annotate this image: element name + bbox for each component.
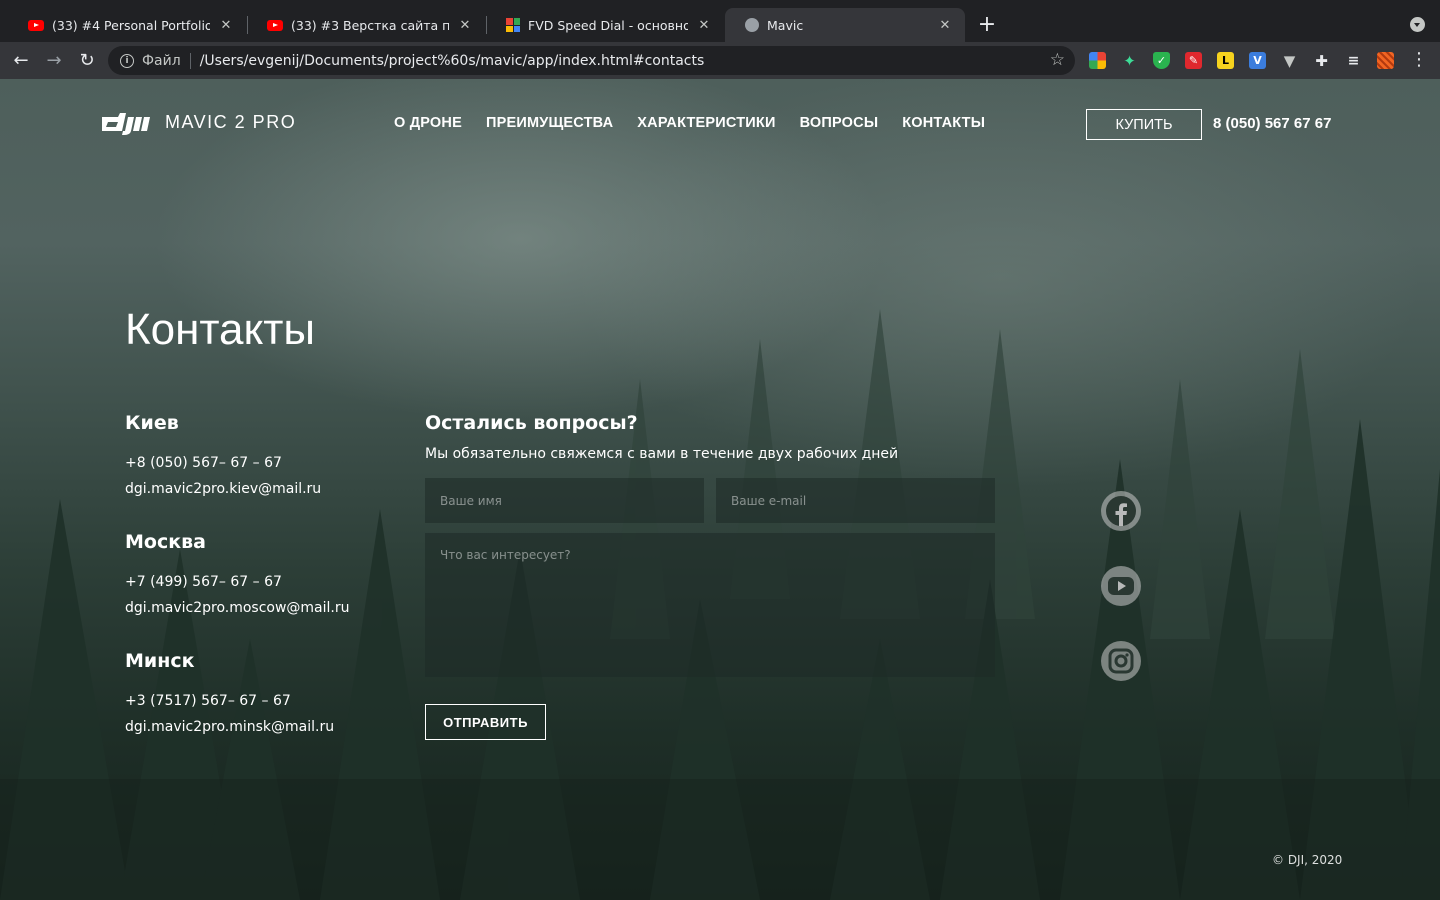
dji-logo-icon (102, 113, 150, 135)
close-icon[interactable]: ✕ (218, 17, 234, 33)
tab-title: Mavic (767, 17, 804, 33)
browser-tab-active[interactable]: Mavic ✕ (725, 8, 965, 42)
new-tab-plus-icon[interactable]: + (976, 12, 998, 37)
instagram-link[interactable] (1101, 641, 1141, 681)
buy-button[interactable]: КУПИТЬ (1086, 109, 1202, 140)
info-icon[interactable]: i (120, 53, 134, 68)
contacts-page: MAVIC 2 PRO О ДРОНЕ ПРЕИМУЩЕСТВА ХАРАКТЕ… (0, 79, 1440, 900)
browser-tab-strip: (33) #4 Personal Portfolio Com ✕ (33) #3… (0, 0, 1440, 42)
nav-link-about[interactable]: О ДРОНЕ (394, 115, 462, 131)
address-url[interactable]: /Users/evgenij/Documents/project%60s/mav… (200, 53, 705, 69)
close-icon[interactable]: ✕ (937, 17, 953, 33)
city-email[interactable]: dgi.mavic2pro.minsk@mail.ru (125, 714, 385, 740)
city-contact-moscow: Москва +7 (499) 567– 67 – 67 dgi.mavic2p… (125, 531, 385, 621)
tab-search-icon[interactable] (1410, 17, 1425, 32)
forward-arrow-icon[interactable]: → (42, 48, 66, 72)
media-control-icon[interactable]: ≡ (1345, 52, 1362, 69)
yellow-l-extension-icon[interactable]: L (1217, 52, 1234, 69)
youtube-icon (1108, 577, 1134, 595)
bookmark-star-icon[interactable]: ☆ (1050, 50, 1065, 70)
submit-button[interactable]: ОТПРАВИТЬ (425, 704, 546, 740)
city-phone[interactable]: +7 (499) 567– 67 – 67 (125, 569, 385, 595)
close-icon[interactable]: ✕ (457, 17, 473, 33)
browser-menu-icon[interactable]: ⋮ (1410, 50, 1428, 70)
address-bar[interactable]: i Файл /Users/evgenij/Documents/project%… (108, 46, 1075, 75)
city-email[interactable]: dgi.mavic2pro.kiev@mail.ru (125, 476, 385, 502)
copyright: © DJI, 2020 (1272, 853, 1343, 867)
site-logo[interactable]: MAVIC 2 PRO (100, 109, 296, 135)
shield-extension-icon[interactable]: ✓ (1153, 52, 1170, 69)
reload-icon[interactable]: ↻ (75, 48, 99, 72)
globe-icon (745, 18, 759, 32)
address-separator (189, 52, 191, 69)
nav-link-specs[interactable]: ХАРАКТЕРИСТИКИ (637, 115, 775, 131)
city-phone[interactable]: +3 (7517) 567– 67 – 67 (125, 688, 385, 714)
youtube-icon (267, 19, 283, 31)
city-email[interactable]: dgi.mavic2pro.moscow@mail.ru (125, 595, 385, 621)
browser-tab[interactable]: (33) #3 Верстка сайта портфо ✕ (247, 8, 485, 42)
v-extension-icon[interactable]: V (1249, 52, 1266, 69)
youtube-link[interactable] (1101, 566, 1141, 606)
browser-tab[interactable]: FVD Speed Dial - основное ✕ (486, 8, 724, 42)
tab-title: FVD Speed Dial - основное (528, 17, 688, 33)
message-textarea[interactable] (425, 533, 995, 677)
address-scheme-label: Файл (142, 52, 181, 69)
browser-toolbar: ← → ↻ i Файл /Users/evgenij/Documents/pr… (0, 42, 1440, 79)
city-name: Москва (125, 531, 206, 553)
vuejs-devtools-icon[interactable]: ▼ (1281, 52, 1298, 70)
form-title: Остались вопросы? (425, 412, 638, 434)
nav-link-advantages[interactable]: ПРЕИМУЩЕСТВА (486, 115, 613, 131)
instagram-icon (1108, 648, 1134, 674)
main-navigation: О ДРОНЕ ПРЕИМУЩЕСТВА ХАРАКТЕРИСТИКИ ВОПР… (394, 115, 985, 131)
city-name: Киев (125, 412, 179, 434)
city-contact-kiev: Киев +8 (050) 567– 67 – 67 dgi.mavic2pro… (125, 412, 385, 502)
facebook-icon (1106, 496, 1136, 526)
puzzle-extensions-icon[interactable]: ✚ (1313, 52, 1330, 70)
nav-link-faq[interactable]: ВОПРОСЫ (800, 115, 879, 131)
city-phone[interactable]: +8 (050) 567– 67 – 67 (125, 450, 385, 476)
email-input[interactable] (716, 478, 995, 523)
colorful-extension-icon[interactable] (1089, 52, 1106, 69)
name-input[interactable] (425, 478, 704, 523)
pin-extension-icon[interactable]: ✎ (1185, 52, 1202, 69)
profile-avatar-icon[interactable] (1377, 52, 1394, 69)
youtube-icon (28, 19, 44, 31)
form-subtitle: Мы обязательно свяжемся с вами в течение… (425, 446, 899, 462)
facebook-link[interactable] (1101, 491, 1141, 531)
hummingbird-extension-icon[interactable]: ✦ (1121, 52, 1138, 70)
header-phone-link[interactable]: 8 (050) 567 67 67 (1213, 115, 1331, 132)
tab-title: (33) #3 Верстка сайта портфо (291, 17, 449, 33)
page-title: Контакты (125, 305, 316, 354)
tab-title: (33) #4 Personal Portfolio Com (52, 17, 210, 33)
fvd-speed-dial-icon (506, 18, 520, 32)
nav-link-contacts[interactable]: КОНТАКТЫ (902, 115, 985, 131)
logo-text: MAVIC 2 PRO (165, 111, 297, 132)
site-header: MAVIC 2 PRO О ДРОНЕ ПРЕИМУЩЕСТВА ХАРАКТЕ… (0, 79, 1440, 169)
contact-form-heading: Остались вопросы? Мы обязательно свяжемс… (425, 412, 995, 462)
city-name: Минск (125, 650, 195, 672)
close-icon[interactable]: ✕ (696, 17, 712, 33)
city-contact-minsk: Минск +3 (7517) 567– 67 – 67 dgi.mavic2p… (125, 650, 385, 740)
back-arrow-icon[interactable]: ← (9, 48, 33, 72)
browser-tab[interactable]: (33) #4 Personal Portfolio Com ✕ (8, 8, 246, 42)
